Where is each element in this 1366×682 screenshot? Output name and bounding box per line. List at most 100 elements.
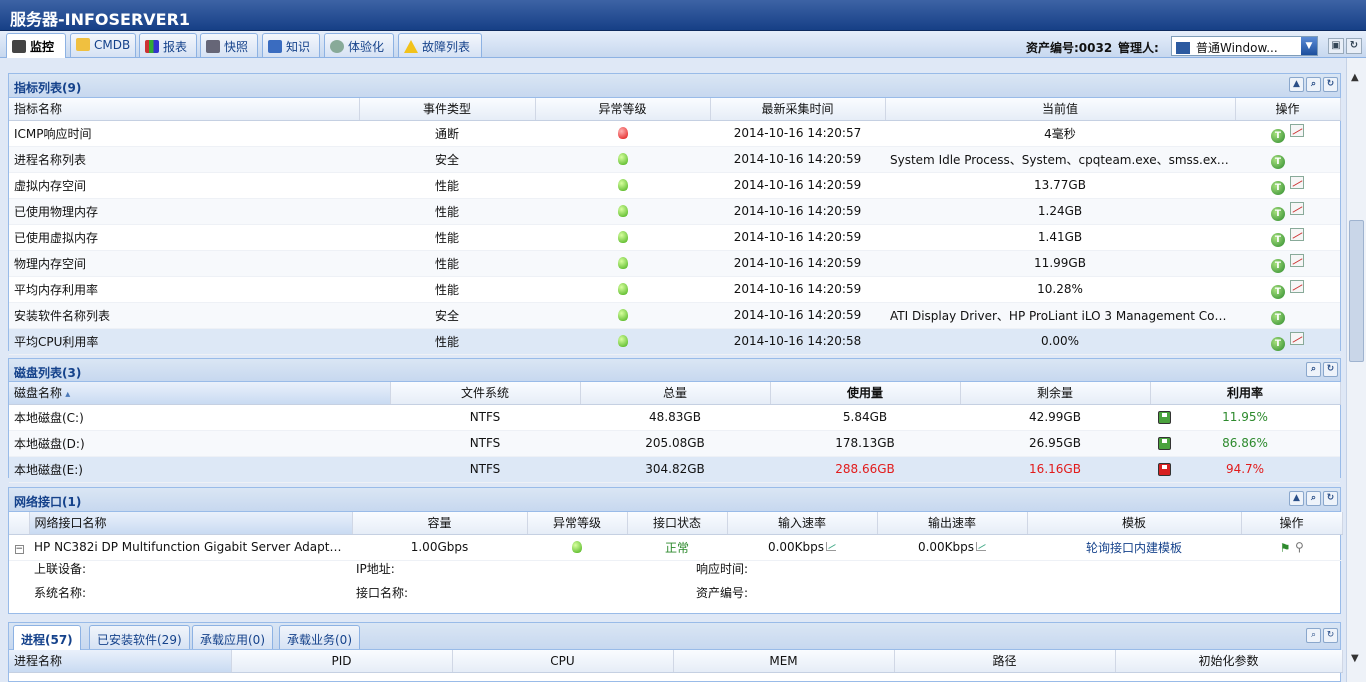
- tab-installed-software[interactable]: 已安装软件(29): [89, 625, 190, 649]
- column-header[interactable]: 操作: [1241, 512, 1343, 535]
- column-header[interactable]: 使用量: [770, 382, 961, 405]
- column-header[interactable]: 最新采集时间: [710, 98, 886, 121]
- trend-chart-icon[interactable]: [1290, 331, 1304, 345]
- metric-row[interactable]: 已使用虚拟内存 性能 2014-10-16 14:20:59 1.41GB T: [9, 224, 1340, 251]
- tab-report[interactable]: 报表: [139, 33, 197, 57]
- tab-knowledge[interactable]: 知识: [262, 33, 320, 57]
- trend-chart-icon[interactable]: [1290, 201, 1304, 215]
- column-header[interactable]: 异常等级: [535, 98, 711, 121]
- column-header[interactable]: 事件类型: [359, 98, 536, 121]
- trend-chart-icon[interactable]: [1290, 279, 1304, 293]
- asset-number-label: 资产编号:0032: [1026, 41, 1113, 55]
- interface-name-label: 接口名称:: [356, 586, 409, 600]
- metric-row[interactable]: 虚拟内存空间 性能 2014-10-16 14:20:59 13.77GB T: [9, 172, 1340, 199]
- column-header[interactable]: 异常等级: [527, 512, 628, 535]
- status-red-bulb-icon: [617, 127, 628, 139]
- tab-cmdb[interactable]: CMDB: [70, 33, 136, 57]
- threshold-icon[interactable]: T: [1271, 128, 1285, 143]
- trend-chart-icon[interactable]: [1290, 123, 1304, 137]
- search-binoculars-icon[interactable]: ⌕: [1306, 77, 1321, 92]
- export-icon[interactable]: ▣: [1328, 38, 1344, 54]
- threshold-icon[interactable]: T: [1271, 232, 1285, 247]
- tab-hosted-business[interactable]: 承载业务(0): [279, 625, 360, 649]
- file-system: NTFS: [390, 456, 580, 483]
- column-header[interactable]: 指标名称: [9, 98, 360, 121]
- trend-chart-icon[interactable]: [1290, 175, 1304, 189]
- column-header[interactable]: 初始化参数: [1115, 650, 1343, 673]
- search-binoculars-icon[interactable]: ⌕: [1306, 491, 1321, 506]
- column-header[interactable]: 进程名称: [9, 650, 232, 673]
- current-value: 1.41GB: [885, 224, 1235, 251]
- task-flag-icon[interactable]: ⚑: [1279, 541, 1291, 555]
- column-header[interactable]: 模板: [1027, 512, 1242, 535]
- disk-row[interactable]: 本地磁盘(D:) NTFS 205.08GB 178.13GB 26.95GB 86.86…: [9, 430, 1340, 457]
- metric-row[interactable]: 进程名称列表 安全 2014-10-16 14:20:59 System Idle P…: [9, 146, 1340, 173]
- tab-experience[interactable]: 体验化: [324, 33, 394, 57]
- chevron-down-icon[interactable]: ▼: [1301, 37, 1317, 55]
- threshold-icon[interactable]: T: [1271, 284, 1285, 299]
- search-binoculars-icon[interactable]: ⌕: [1306, 628, 1321, 643]
- tab-fault-list[interactable]: 故障列表: [398, 33, 482, 57]
- search-binoculars-icon[interactable]: ⌕: [1306, 362, 1321, 377]
- refresh-icon[interactable]: ↻: [1323, 491, 1338, 506]
- input-rate-chart-icon[interactable]: [826, 542, 837, 551]
- column-header[interactable]: 接口状态: [627, 512, 728, 535]
- disk-row[interactable]: 本地磁盘(C:) NTFS 48.83GB 5.84GB 42.99GB 11.95%: [9, 404, 1340, 431]
- column-header[interactable]: PID: [231, 650, 453, 673]
- column-header[interactable]: MEM: [673, 650, 895, 673]
- threshold-icon[interactable]: T: [1271, 310, 1285, 325]
- wrench-icon[interactable]: ⚲: [1295, 540, 1304, 554]
- threshold-icon[interactable]: T: [1271, 206, 1285, 221]
- column-header[interactable]: 文件系统: [390, 382, 581, 405]
- collapse-row-toggle[interactable]: −: [14, 545, 24, 554]
- tab-hosted-apps[interactable]: 承载应用(0): [192, 625, 273, 649]
- column-header[interactable]: 网络接口名称: [29, 512, 353, 535]
- tab-monitor[interactable]: 监控: [6, 33, 66, 58]
- tab-snapshot[interactable]: 快照: [200, 33, 258, 57]
- column-header[interactable]: 利用率: [1150, 382, 1341, 405]
- template-link[interactable]: 轮询接口内建模板: [1027, 534, 1241, 561]
- column-header[interactable]: 输入速率: [727, 512, 878, 535]
- scroll-up-arrow-icon[interactable]: ▲: [1351, 72, 1359, 83]
- metric-row[interactable]: ICMP响应时间 通断 2014-10-16 14:20:57 4毫秒 T: [9, 120, 1340, 147]
- threshold-icon[interactable]: T: [1271, 336, 1285, 351]
- metric-row[interactable]: 平均CPU利用率 性能 2014-10-16 14:20:58 0.00% T: [9, 328, 1340, 355]
- column-header[interactable]: 当前值: [885, 98, 1236, 121]
- event-type: 性能: [359, 198, 535, 225]
- scroll-down-arrow-icon[interactable]: ▼: [1351, 653, 1359, 664]
- metrics-table: 指标名称 事件类型 异常等级 最新采集时间 当前值 操作 ICMP响应时间 通断 2014-1…: [9, 98, 1341, 355]
- network-row[interactable]: − HP NC382i DP Multifunction Gigabit Ser…: [9, 534, 1342, 561]
- refresh-icon[interactable]: ↻: [1346, 38, 1362, 54]
- column-header[interactable]: 容量: [352, 512, 528, 535]
- vertical-scrollbar[interactable]: ▲ ▼: [1346, 58, 1366, 682]
- tab-processes[interactable]: 进程(57): [13, 625, 81, 650]
- metric-name: 已使用物理内存: [9, 198, 359, 225]
- admin-select[interactable]: 普通Window... ▼: [1171, 36, 1318, 56]
- column-header[interactable]: 磁盘名称 ▴: [9, 382, 391, 405]
- column-header[interactable]: CPU: [452, 650, 674, 673]
- abnormal-level-cell: [535, 328, 710, 355]
- threshold-icon[interactable]: T: [1271, 154, 1285, 169]
- refresh-icon[interactable]: ↻: [1323, 362, 1338, 377]
- column-header[interactable]: 剩余量: [960, 382, 1151, 405]
- disk-row[interactable]: 本地磁盘(E:) NTFS 304.82GB 288.66GB 16.16GB 94.7%: [9, 456, 1340, 483]
- column-header[interactable]: 操作: [1235, 98, 1341, 121]
- collapse-icon[interactable]: ▲: [1289, 491, 1304, 506]
- trend-chart-icon[interactable]: [1290, 227, 1304, 241]
- metric-row[interactable]: 已使用物理内存 性能 2014-10-16 14:20:59 1.24GB T: [9, 198, 1340, 225]
- collapse-icon[interactable]: ▲: [1289, 77, 1304, 92]
- column-header[interactable]: 总量: [580, 382, 771, 405]
- scroll-thumb[interactable]: [1349, 220, 1364, 362]
- metric-row[interactable]: 物理内存空间 性能 2014-10-16 14:20:59 11.99GB T: [9, 250, 1340, 277]
- status-green-bulb-icon: [617, 283, 628, 295]
- metric-row[interactable]: 平均内存利用率 性能 2014-10-16 14:20:59 10.28% T: [9, 276, 1340, 303]
- column-header[interactable]: 路径: [894, 650, 1116, 673]
- refresh-icon[interactable]: ↻: [1323, 628, 1338, 643]
- output-rate-chart-icon[interactable]: [976, 542, 987, 551]
- refresh-icon[interactable]: ↻: [1323, 77, 1338, 92]
- column-header[interactable]: 输出速率: [877, 512, 1028, 535]
- metric-row[interactable]: 安装软件名称列表 安全 2014-10-16 14:20:59 ATI Display…: [9, 302, 1340, 329]
- threshold-icon[interactable]: T: [1271, 258, 1285, 273]
- trend-chart-icon[interactable]: [1290, 253, 1304, 267]
- threshold-icon[interactable]: T: [1271, 180, 1285, 195]
